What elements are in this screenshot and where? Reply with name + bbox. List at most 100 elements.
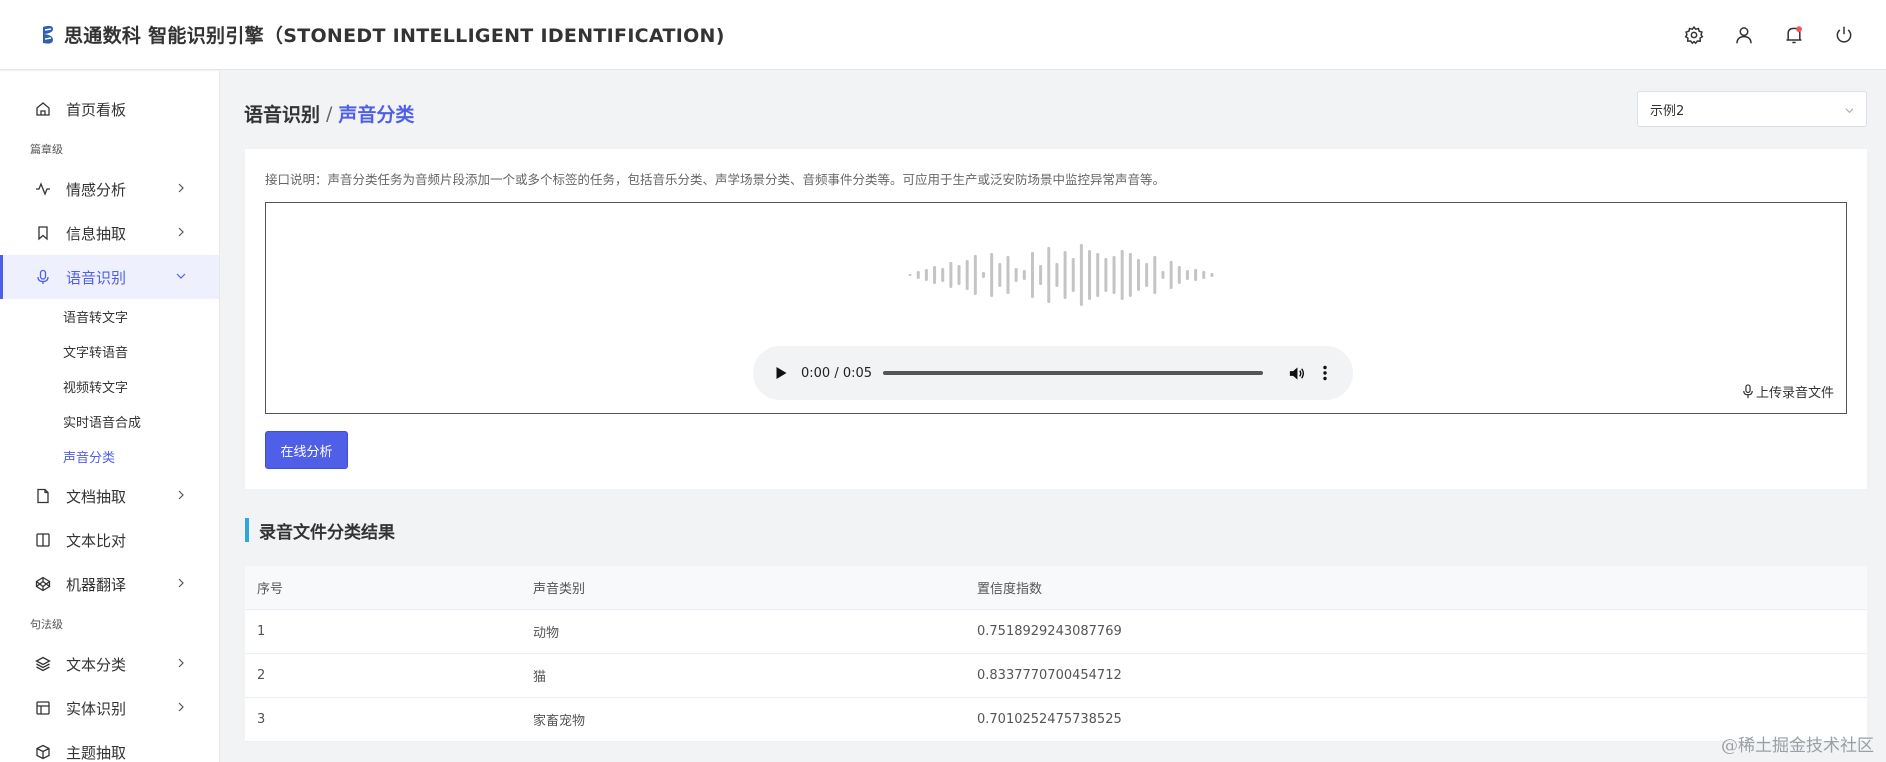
title-accent-bar <box>245 518 249 542</box>
sidebar-subitem-speech-to-text[interactable]: 语音转文字 <box>0 299 219 334</box>
upload-label: 上传录音文件 <box>1755 386 1834 401</box>
chevron-right-icon <box>175 577 187 589</box>
cell-category: 猫 <box>533 670 547 685</box>
waveform-bar <box>1039 265 1043 285</box>
package-icon <box>34 743 52 761</box>
waveform-bar <box>1063 251 1067 299</box>
waveform-bar <box>1177 266 1181 284</box>
volume-icon[interactable] <box>1287 364 1305 382</box>
chevron-down-icon <box>1844 105 1854 115</box>
user-icon[interactable] <box>1732 23 1756 47</box>
waveform-bar <box>1014 268 1018 282</box>
layout-icon <box>34 699 52 717</box>
waveform-bar <box>1047 247 1051 303</box>
analysis-card: 接口说明：声音分类任务为音频片段添加一个或多个标签的任务，包括音乐分类、声学场景… <box>245 149 1867 489</box>
result-section-title: 录音文件分类结果 <box>245 518 395 543</box>
sidebar-item-label: 信息抽取 <box>66 224 127 243</box>
microphone-icon <box>34 268 52 286</box>
table-row: 2 猫 0.8337770700454712 <box>245 654 1867 698</box>
waveform-bar <box>1128 253 1132 297</box>
gear-icon[interactable] <box>1682 23 1706 47</box>
sidebar: 首页看板 篇章级 情感分析 信息抽取 语音识别 语音转文字 文字转语音 视频转文… <box>0 71 220 762</box>
play-icon[interactable] <box>773 365 789 381</box>
app-title: 思通数科 智能识别引擎（STONEDT INTELLIGENT IDENTIFI… <box>64 25 725 47</box>
upload-recording-button[interactable]: 上传录音文件 <box>1742 382 1834 401</box>
table-header: 序号 声音类别 置信度指数 <box>245 566 1867 610</box>
cell-index: 3 <box>257 712 266 727</box>
cell-confidence: 0.7010252475738525 <box>977 712 1122 727</box>
sidebar-item-entity[interactable]: 实体识别 <box>0 686 219 730</box>
api-description: 接口说明：声音分类任务为音频片段添加一个或多个标签的任务，包括音乐分类、声学场景… <box>265 172 1166 187</box>
section-label-sentence: 句法级 <box>30 618 63 631</box>
waveform-bar <box>1120 250 1124 300</box>
sidebar-item-translate[interactable]: 机器翻译 <box>0 562 219 606</box>
sidebar-item-label: 文档抽取 <box>66 487 127 506</box>
waveform-bar <box>1210 273 1214 277</box>
waveform-bar <box>1153 256 1157 294</box>
player-time: 0:00 / 0:05 <box>801 365 873 381</box>
cell-confidence: 0.7518929243087769 <box>977 624 1122 639</box>
section-label-article: 篇章级 <box>30 143 63 156</box>
sidebar-item-label: 首页看板 <box>66 100 127 119</box>
sidebar-subitem-sound-classification[interactable]: 声音分类 <box>0 439 219 474</box>
breadcrumb-parent[interactable]: 语音识别 <box>244 100 320 127</box>
waveform-bar <box>1006 256 1010 294</box>
sidebar-item-document[interactable]: 文档抽取 <box>0 474 219 518</box>
sidebar-item-home[interactable]: 首页看板 <box>0 87 219 131</box>
waveform-bar <box>957 265 961 285</box>
sidebar-item-label: 情感分析 <box>66 180 127 199</box>
sidebar-item-topic[interactable]: 主题抽取 <box>0 730 219 762</box>
waveform-bar <box>1161 271 1165 279</box>
audio-upload-area[interactable]: 0:00 / 0:05 上传录音文件 <box>265 202 1847 414</box>
chevron-right-icon <box>175 182 187 194</box>
breadcrumb: 语音识别 / 声音分类 <box>244 100 414 127</box>
waveform-bar <box>1088 250 1092 300</box>
logo-icon <box>38 22 58 48</box>
chevron-down-icon <box>175 270 187 282</box>
sidebar-item-compare[interactable]: 文本比对 <box>0 518 219 562</box>
results-table: 序号 声音类别 置信度指数 1 动物 0.7518929243087769 2 … <box>245 566 1867 742</box>
activity-icon <box>34 180 52 198</box>
waveform-bar <box>941 268 945 282</box>
bell-icon[interactable] <box>1782 23 1806 47</box>
breadcrumb-separator: / <box>326 102 333 125</box>
table-row: 1 动物 0.7518929243087769 <box>245 610 1867 654</box>
file-icon <box>34 487 52 505</box>
sidebar-item-speech[interactable]: 语音识别 <box>0 255 219 299</box>
sidebar-item-extraction[interactable]: 信息抽取 <box>0 211 219 255</box>
sidebar-subitem-realtime-tts[interactable]: 实时语音合成 <box>0 404 219 439</box>
power-icon[interactable] <box>1832 23 1856 47</box>
sidebar-item-label: 机器翻译 <box>66 575 127 594</box>
header-confidence: 置信度指数 <box>977 582 1043 597</box>
example-select[interactable]: 示例2 <box>1637 91 1867 127</box>
waveform-bar <box>1169 261 1173 289</box>
sidebar-item-label: 文本分类 <box>66 655 127 674</box>
sidebar-subitem-video-to-text[interactable]: 视频转文字 <box>0 369 219 404</box>
waveform-bar <box>908 274 912 276</box>
analyze-online-button[interactable]: 在线分析 <box>265 431 348 469</box>
watermark: @稀土掘金技术社区 <box>1721 736 1874 756</box>
sidebar-item-sentiment[interactable]: 情感分析 <box>0 167 219 211</box>
chevron-right-icon <box>175 489 187 501</box>
waveform-bar <box>1030 252 1034 298</box>
cell-index: 2 <box>257 668 266 683</box>
home-icon <box>34 100 52 118</box>
waveform-bar <box>982 272 985 278</box>
chevron-right-icon <box>175 226 187 238</box>
more-vertical-icon[interactable] <box>1319 364 1331 382</box>
sidebar-item-classify[interactable]: 文本分类 <box>0 642 219 686</box>
chevron-right-icon <box>175 701 187 713</box>
waveform-bar <box>1145 263 1149 287</box>
bookmark-icon <box>34 224 52 242</box>
layers-icon <box>34 655 52 673</box>
example-select-value: 示例2 <box>1650 103 1685 119</box>
sidebar-subitem-text-to-speech[interactable]: 文字转语音 <box>0 334 219 369</box>
waveform-icon <box>908 244 1214 306</box>
player-progress-bar[interactable] <box>883 371 1263 375</box>
waveform-bar <box>1137 259 1140 291</box>
top-header: 思通数科 智能识别引擎（STONEDT INTELLIGENT IDENTIFI… <box>0 0 1886 70</box>
table-row: 3 家畜宠物 0.7010252475738525 <box>245 698 1867 742</box>
waveform-bar <box>1185 270 1189 280</box>
waveform-bar <box>916 271 920 279</box>
waveform-bar <box>1079 244 1083 306</box>
